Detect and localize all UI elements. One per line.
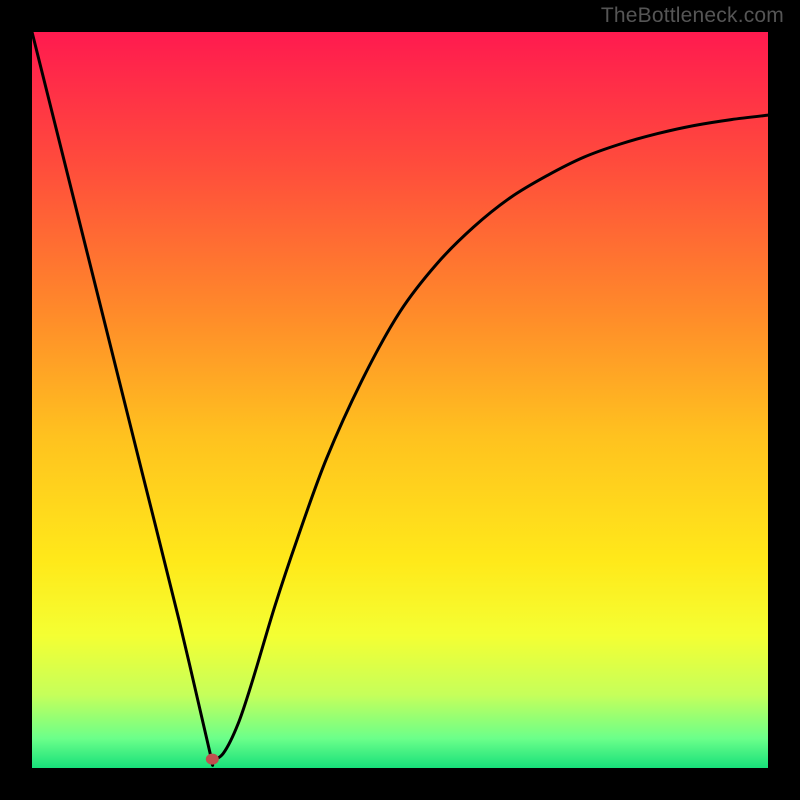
watermark-label: TheBottleneck.com — [601, 4, 784, 28]
chart-frame: TheBottleneck.com — [0, 0, 800, 800]
gradient-rect — [32, 32, 768, 768]
plot-area — [32, 32, 768, 768]
chart-svg — [32, 32, 768, 768]
optimum-marker — [206, 754, 219, 765]
